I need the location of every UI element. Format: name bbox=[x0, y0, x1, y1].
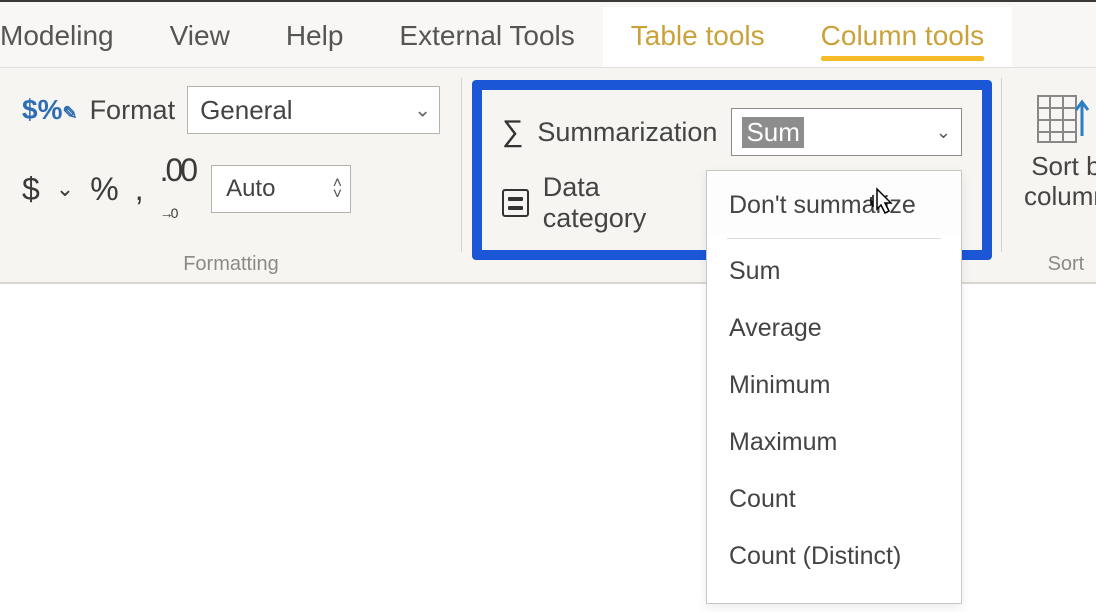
decimal-adjust-button[interactable]: .00→0 bbox=[160, 152, 195, 226]
tab-view[interactable]: View bbox=[142, 7, 258, 67]
dropdown-item-count-distinct[interactable]: Count (Distinct) bbox=[707, 528, 961, 585]
dropdown-item-sum[interactable]: Sum bbox=[707, 243, 961, 300]
tab-help[interactable]: Help bbox=[258, 7, 372, 67]
ribbon-tabs: Modeling View Help External Tools Table … bbox=[0, 2, 1096, 68]
stepper-arrows-icon[interactable]: ˄˅ bbox=[333, 178, 342, 200]
sort-by-column-button[interactable]: Sort b column bbox=[1024, 152, 1096, 212]
dropdown-item-dont-summarize[interactable]: Don't summarize bbox=[707, 177, 961, 234]
summarization-label: Summarization bbox=[537, 117, 717, 148]
tab-external-tools[interactable]: External Tools bbox=[371, 7, 602, 67]
format-icon: $%✎ bbox=[22, 94, 78, 126]
dropdown-item-maximum[interactable]: Maximum bbox=[707, 414, 961, 471]
tab-column-tools[interactable]: Column tools bbox=[793, 7, 1012, 67]
decimals-value: Auto bbox=[226, 175, 275, 203]
group-sort: Sort b column Sort bbox=[1002, 68, 1096, 282]
summarization-dropdown: Don't summarize Sum Average Minimum Maxi… bbox=[706, 170, 962, 604]
data-category-icon bbox=[502, 189, 529, 217]
dropdown-item-count[interactable]: Count bbox=[707, 471, 961, 528]
chevron-down-icon: ⌄ bbox=[414, 98, 431, 123]
group-label-sort: Sort bbox=[1024, 243, 1096, 276]
summarization-value: Sum bbox=[742, 117, 803, 148]
summarization-select[interactable]: Sum ⌄ bbox=[731, 108, 962, 156]
format-value: General bbox=[200, 95, 293, 126]
tab-modeling[interactable]: Modeling bbox=[0, 7, 142, 67]
decimals-stepper[interactable]: Auto ˄˅ bbox=[211, 165, 351, 213]
currency-chevron-icon[interactable]: ⌄ bbox=[56, 176, 74, 202]
chevron-down-icon: ⌄ bbox=[936, 122, 951, 143]
currency-button[interactable]: $ bbox=[22, 171, 40, 208]
dropdown-item-minimum[interactable]: Minimum bbox=[707, 357, 961, 414]
dropdown-separator bbox=[727, 238, 941, 239]
dropdown-item-average[interactable]: Average bbox=[707, 300, 961, 357]
tab-table-tools[interactable]: Table tools bbox=[603, 7, 793, 67]
percent-button[interactable]: % bbox=[90, 171, 118, 208]
thousands-button[interactable]: , bbox=[135, 171, 144, 208]
format-label: Format bbox=[90, 95, 176, 126]
data-category-label: Data category bbox=[543, 172, 698, 234]
sigma-icon: ∑ bbox=[502, 115, 523, 149]
group-label-formatting: Formatting bbox=[22, 243, 440, 276]
format-select[interactable]: General ⌄ bbox=[187, 86, 440, 134]
sort-by-column-icon[interactable] bbox=[1036, 92, 1096, 146]
group-formatting: $%✎ Format General ⌄ $ ⌄ % , .00→0 Auto … bbox=[0, 68, 462, 282]
